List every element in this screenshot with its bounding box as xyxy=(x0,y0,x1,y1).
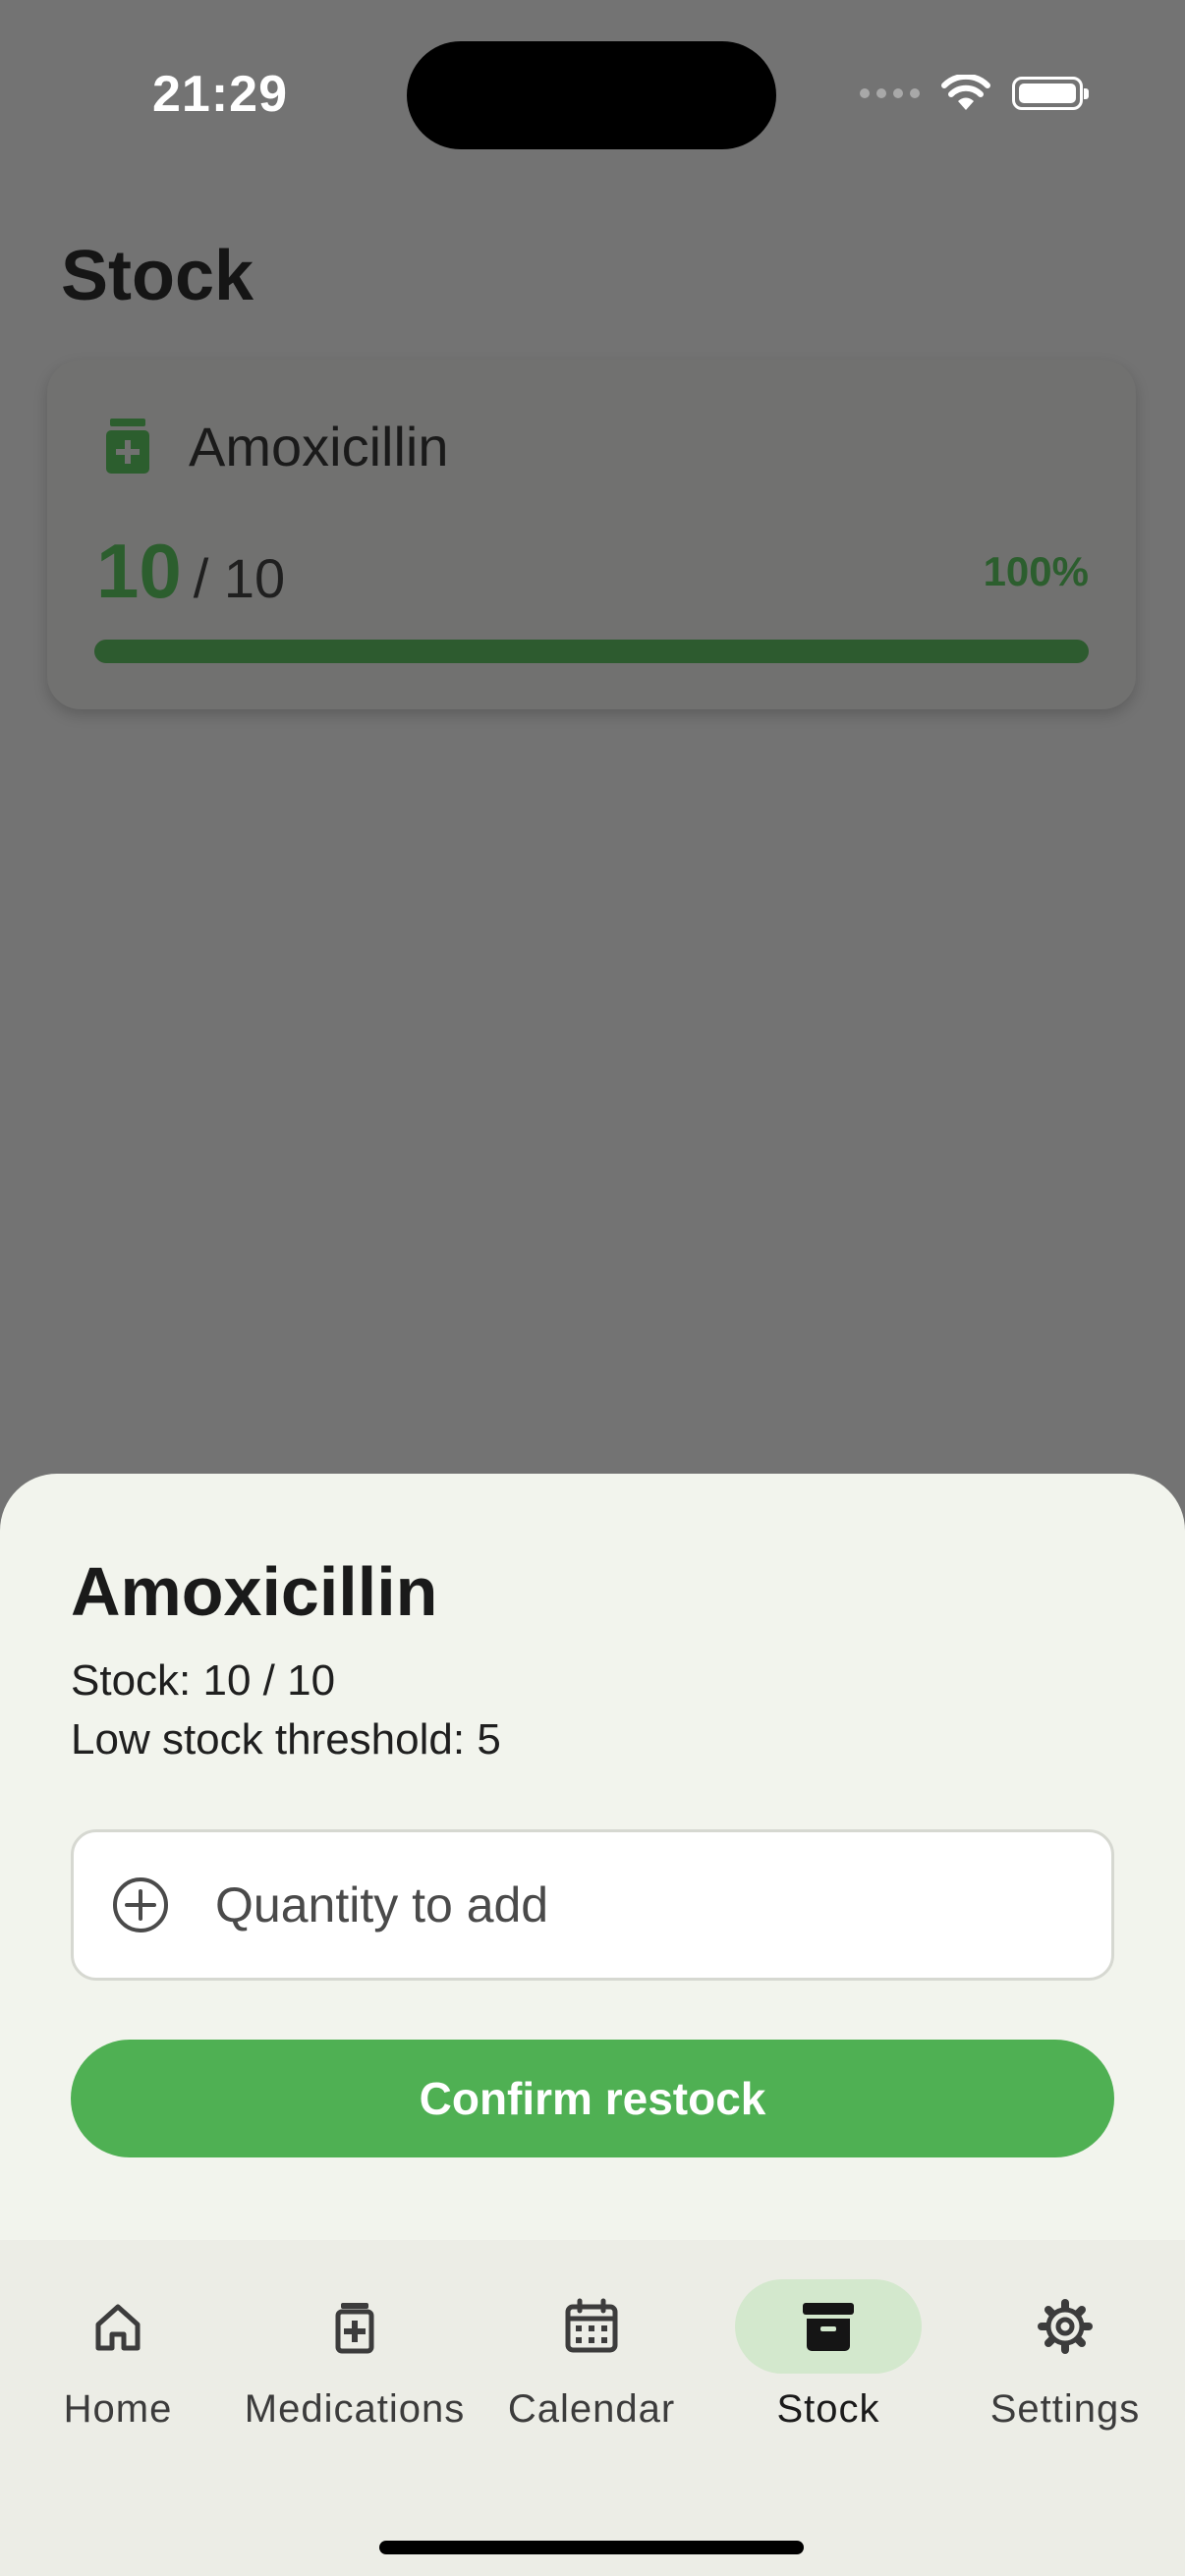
cellular-signal-icon xyxy=(860,88,920,98)
confirm-restock-button[interactable]: Confirm restock xyxy=(71,2040,1114,2157)
wifi-icon xyxy=(941,75,990,110)
stock-card[interactable]: Amoxicillin 10 / 10 100% xyxy=(47,360,1136,709)
status-time: 21:29 xyxy=(152,66,288,123)
nav-icon-container xyxy=(261,2279,448,2374)
quantity-input-box[interactable] xyxy=(71,1829,1114,1981)
sheet-title: Amoxicillin xyxy=(71,1553,438,1630)
medication-icon xyxy=(335,2303,374,2354)
medication-bottle-icon xyxy=(106,419,149,474)
battery-icon xyxy=(1012,77,1089,110)
nav-label-settings: Settings xyxy=(989,2387,1141,2431)
nav-label-home: Home xyxy=(63,2387,173,2431)
stock-card-name: Amoxicillin xyxy=(189,416,449,477)
nav-item-calendar[interactable]: Calendar xyxy=(474,2279,709,2432)
sheet-threshold-line: Low stock threshold: 5 xyxy=(71,1715,501,1764)
add-circle-icon xyxy=(113,1877,168,1932)
nav-icon-container xyxy=(972,2279,1158,2374)
nav-label-calendar: Calendar xyxy=(507,2387,676,2431)
stock-progress-bar xyxy=(94,640,1089,663)
sheet-stock-line: Stock: 10 / 10 xyxy=(71,1656,336,1705)
nav-item-medications[interactable]: Medications xyxy=(237,2279,473,2432)
stock-total: / 10 xyxy=(193,547,286,609)
bottom-nav: Home Medications Calendar Stock Settings xyxy=(0,2240,1185,2576)
dynamic-island xyxy=(407,41,776,149)
home-icon xyxy=(95,2304,141,2351)
stock-percent: 100% xyxy=(983,548,1089,594)
nav-icon-container xyxy=(498,2279,685,2374)
stock-progress-fill xyxy=(94,640,1089,663)
nav-label-stock: Stock xyxy=(776,2387,880,2431)
archive-icon xyxy=(803,2303,854,2351)
quantity-input[interactable] xyxy=(213,1876,1003,1934)
stock-card-count: 10 / 10 xyxy=(96,527,285,616)
nav-label-medications: Medications xyxy=(244,2387,466,2431)
calendar-icon xyxy=(565,2298,618,2353)
page-title: Stock xyxy=(61,237,254,315)
home-indicator xyxy=(379,2541,804,2554)
nav-item-stock[interactable]: Stock xyxy=(710,2279,946,2432)
nav-icon-container xyxy=(25,2279,211,2374)
screen: 21:29 Stock Amoxicillin 10 / 10 100% Amo… xyxy=(0,0,1185,2576)
nav-item-home[interactable]: Home xyxy=(0,2279,236,2432)
gear-icon xyxy=(1038,2299,1093,2354)
stock-current: 10 xyxy=(96,528,182,614)
nav-item-settings[interactable]: Settings xyxy=(947,2279,1183,2432)
status-icons xyxy=(860,75,1089,112)
nav-active-pill xyxy=(735,2279,922,2374)
